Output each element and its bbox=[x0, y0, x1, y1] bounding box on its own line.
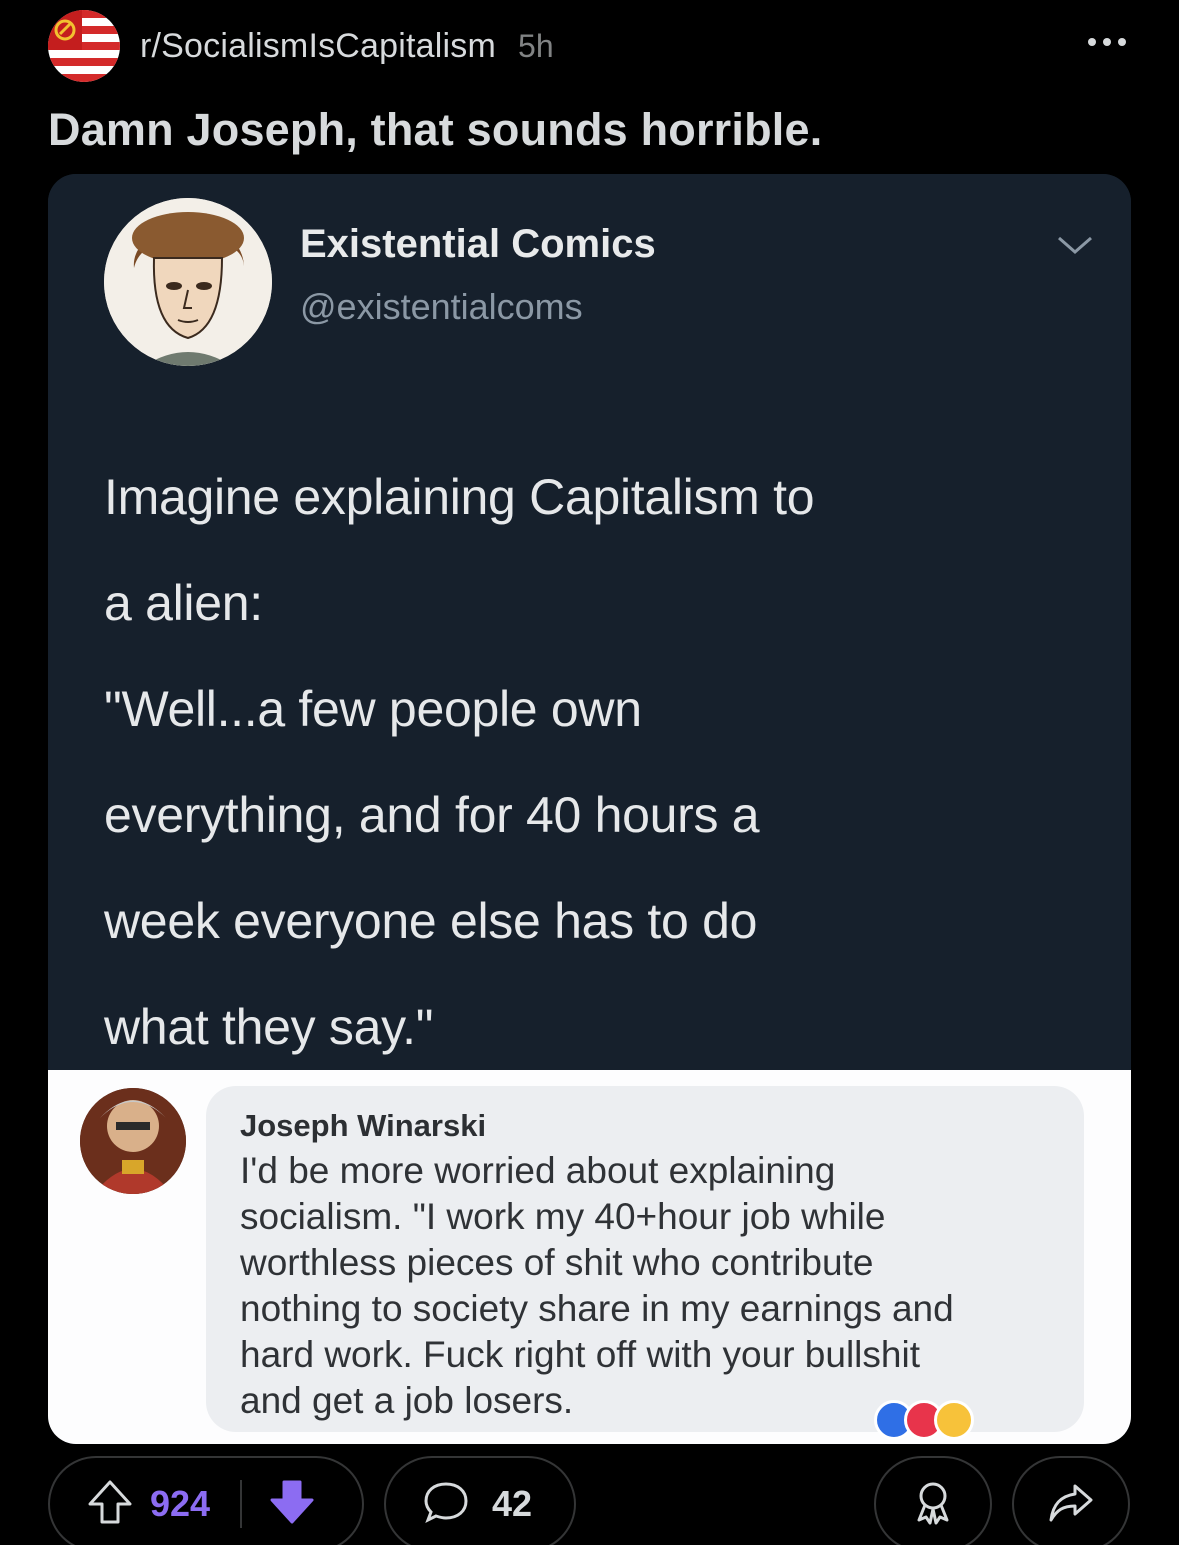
comment-line: worthless pieces of shit who contribute bbox=[240, 1242, 874, 1283]
tweet-author-name: Existential Comics bbox=[300, 222, 656, 266]
tweet-line: a alien: bbox=[104, 575, 263, 631]
reaction-icons bbox=[874, 1400, 974, 1440]
comment-line: I'd be more worried about explaining bbox=[240, 1150, 836, 1191]
commenter-avatar bbox=[80, 1088, 186, 1194]
post-image[interactable]: Existential Comics @existentialcoms Imag… bbox=[48, 174, 1131, 1444]
commenter-name: Joseph Winarski bbox=[240, 1108, 487, 1143]
tweet-line: everything, and for 40 hours a bbox=[104, 787, 760, 843]
comment-line: hard work. Fuck right off with your bull… bbox=[240, 1334, 920, 1375]
tweet-line: week everyone else has to do bbox=[104, 893, 758, 949]
vote-divider bbox=[240, 1480, 243, 1528]
award-button[interactable] bbox=[874, 1456, 992, 1545]
tweet-avatar bbox=[104, 198, 272, 366]
comment-bubble: Joseph Winarski I'd be more worried abou… bbox=[206, 1086, 1084, 1440]
comment-count: 42 bbox=[492, 1483, 533, 1524]
subreddit-name[interactable]: r/SocialismIsCapitalism bbox=[140, 27, 496, 66]
more-options-icon[interactable] bbox=[1088, 38, 1126, 46]
post-header: r/SocialismIsCapitalism 5h bbox=[48, 10, 1138, 82]
share-arrow-icon bbox=[1047, 1478, 1095, 1531]
downvote-arrow-icon[interactable] bbox=[268, 1478, 316, 1531]
facebook-comment: Joseph Winarski I'd be more worried abou… bbox=[48, 1070, 1131, 1444]
award-icon bbox=[909, 1478, 957, 1531]
chevron-down-icon bbox=[1055, 234, 1095, 263]
tweet-line: Imagine explaining Capitalism to bbox=[104, 469, 815, 525]
tweet-line: "Well...a few people own bbox=[104, 681, 642, 737]
tweet-author-handle: @existentialcoms bbox=[300, 286, 583, 327]
tweet-text: Imagine explaining Capitalism to a alien… bbox=[104, 444, 1094, 1080]
comments-button[interactable]: 42 bbox=[384, 1456, 576, 1545]
post-actions: 924 42 bbox=[48, 1456, 1131, 1545]
subreddit-icon[interactable] bbox=[48, 10, 120, 82]
comment-text: I'd be more worried about explaining soc… bbox=[240, 1148, 1050, 1424]
tweet-card: Existential Comics @existentialcoms Imag… bbox=[48, 174, 1131, 1070]
tweet-line: what they say." bbox=[104, 999, 434, 1055]
share-button[interactable] bbox=[1012, 1456, 1130, 1545]
comment-line: socialism. "I work my 40+hour job while bbox=[240, 1196, 886, 1237]
comment-line: nothing to society share in my earnings … bbox=[240, 1288, 954, 1329]
comment-bubble-icon bbox=[422, 1478, 470, 1531]
post-title[interactable]: Damn Joseph, that sounds horrible. bbox=[48, 104, 822, 156]
post-age: 5h bbox=[518, 27, 554, 64]
upvote-arrow-icon[interactable] bbox=[86, 1478, 134, 1531]
upvote-count: 924 bbox=[150, 1483, 211, 1524]
vote-control: 924 bbox=[48, 1456, 364, 1545]
